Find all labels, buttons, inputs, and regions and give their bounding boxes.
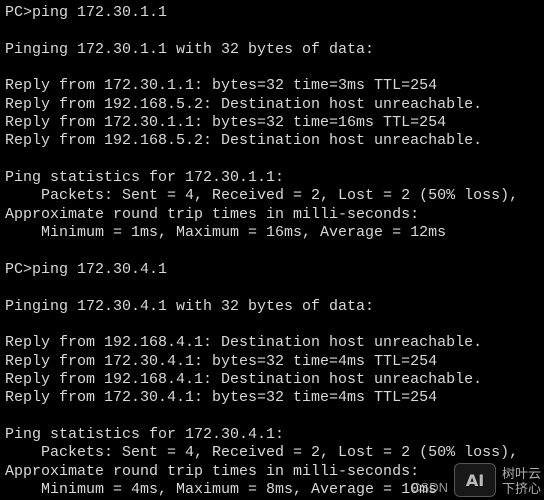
- terminal-line: Minimum = 1ms, Maximum = 16ms, Average =…: [5, 224, 447, 242]
- terminal-line: Approximate round trip times in milli-se…: [5, 205, 420, 223]
- terminal-line: Packets: Sent = 4, Received = 2, Lost = …: [5, 444, 519, 462]
- terminal-line: Pinging 172.30.4.1 with 32 bytes of data…: [5, 297, 375, 315]
- watermark: CSDN AI 树叶云 下挤心: [411, 463, 541, 497]
- watermark-line-2: 下挤心: [501, 482, 541, 497]
- terminal-line: Reply from 172.30.1.1: bytes=32 time=16m…: [5, 114, 447, 132]
- watermark-line-1: 树叶云: [501, 467, 541, 482]
- terminal-line: Packets: Sent = 4, Received = 2, Lost = …: [5, 187, 519, 205]
- terminal-line: Reply from 192.168.4.1: Destination host…: [5, 370, 483, 388]
- terminal-line: Reply from 172.30.4.1: bytes=32 time=4ms…: [5, 389, 438, 407]
- watermark-text: 树叶云 下挤心: [502, 467, 541, 497]
- watermark-ai-badge: AI: [453, 463, 496, 497]
- terminal-line: Reply from 192.168.5.2: Destination host…: [5, 132, 483, 150]
- terminal-line: Reply from 192.168.4.1: Destination host…: [5, 334, 483, 352]
- terminal-window[interactable]: PC>ping 172.30.1.1 Pinging 172.30.1.1 wit…: [0, 0, 544, 500]
- terminal-line: Reply from 172.30.1.1: bytes=32 time=3ms…: [5, 77, 438, 95]
- terminal-output: PC>ping 172.30.1.1 Pinging 172.30.1.1 wit…: [5, 4, 518, 499]
- terminal-line: PC>ping 172.30.4.1: [5, 260, 168, 278]
- terminal-line: Pinging 172.30.1.1 with 32 bytes of data…: [5, 40, 375, 58]
- terminal-line: Reply from 192.168.5.2: Destination host…: [5, 95, 483, 113]
- terminal-line: Ping statistics for 172.30.1.1:: [5, 169, 285, 187]
- terminal-line: PC>ping 172.30.1.1: [5, 4, 168, 21]
- terminal-line: Reply from 172.30.4.1: bytes=32 time=4ms…: [5, 352, 438, 370]
- terminal-line: Ping statistics for 172.30.4.1:: [5, 425, 285, 443]
- watermark-csdn-text: CSDN: [411, 480, 448, 495]
